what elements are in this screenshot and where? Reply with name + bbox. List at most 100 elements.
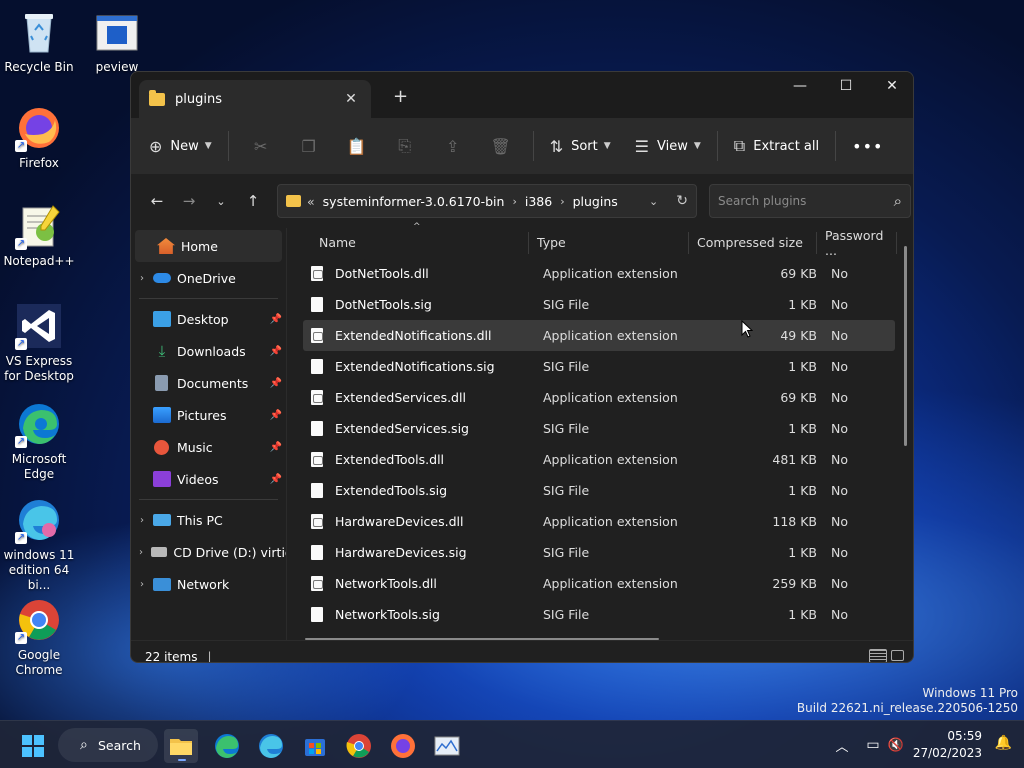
up-arrow-icon[interactable]: ↑ <box>237 192 269 210</box>
nav-item-onedrive[interactable]: › OneDrive <box>131 262 286 294</box>
maximize-button[interactable]: ☐ <box>823 72 869 102</box>
minimize-button[interactable]: — <box>777 72 823 102</box>
file-row[interactable]: NetworkTools.dll Application extension 259… <box>303 568 895 599</box>
taskbar-edge-beta[interactable] <box>254 729 288 763</box>
rename-icon[interactable]: ⎘ <box>381 136 429 156</box>
file-row-hovered[interactable]: ExtendedNotifications.dll Application ext… <box>303 320 895 351</box>
start-button[interactable] <box>16 729 50 763</box>
network-status-icon[interactable]: ▭ <box>860 737 886 753</box>
desktop-icon-vs-express[interactable]: ↗ VS Express for Desktop <box>0 302 78 384</box>
pin-icon[interactable]: 📌 <box>270 314 282 325</box>
search-icon[interactable]: ⌕ <box>894 192 902 210</box>
nav-item-home[interactable]: Home <box>135 230 282 262</box>
column-header-compressed-size[interactable]: Compressed size <box>689 228 817 257</box>
file-row[interactable]: HardwareDevices.dll Application extension… <box>303 506 895 537</box>
desktop-icon-firefox[interactable]: ↗ Firefox <box>0 104 78 171</box>
taskbar-peview[interactable] <box>430 729 464 763</box>
copy-icon[interactable]: ❐ <box>285 137 333 156</box>
address-dropdown-icon[interactable]: ⌄ <box>649 195 658 208</box>
extract-all-button[interactable]: ⧉ Extract all <box>726 129 827 163</box>
nav-item-music[interactable]: Music 📌 <box>131 431 286 463</box>
file-row[interactable]: HardwareDevices.sig SIG File 1 KB No <box>303 537 895 568</box>
nav-item-network[interactable]: › Network <box>131 568 286 600</box>
desktop-icon-windows-edition[interactable]: ↗ windows 11 edition 64 bi... <box>0 496 78 593</box>
taskbar-chrome[interactable] <box>342 729 376 763</box>
tab-plugins[interactable]: plugins ✕ <box>139 80 371 118</box>
desktop-icon-chrome[interactable]: ↗ Google Chrome <box>0 596 78 678</box>
volume-muted-icon[interactable]: 🔇 <box>886 738 906 753</box>
pin-icon[interactable]: 📌 <box>270 346 282 357</box>
file-row[interactable]: NetworkTools.sig SIG File 1 KB No <box>303 599 895 630</box>
nav-item-this-pc[interactable]: › This PC <box>131 504 286 536</box>
pictures-icon <box>153 407 171 423</box>
close-window-button[interactable]: ✕ <box>869 72 913 102</box>
toolbar-divider <box>532 131 534 161</box>
chevron-right-icon[interactable]: › <box>131 273 153 284</box>
view-button[interactable]: ☰ View ▼ <box>627 129 709 163</box>
column-header-type[interactable]: Type <box>529 228 689 257</box>
taskbar-search-button[interactable]: ⌕ Search <box>58 728 158 762</box>
breadcrumb-i386[interactable]: i386 <box>525 194 552 209</box>
nav-item-cd-drive[interactable]: › CD Drive (D:) virtio- <box>131 536 286 568</box>
notification-bell-icon[interactable]: 🔔 <box>995 735 1012 751</box>
column-header-password[interactable]: Password ... <box>817 228 897 258</box>
overflow-crumbs-icon[interactable]: « <box>307 194 315 209</box>
more-options-button[interactable]: ••• <box>844 129 891 163</box>
file-row[interactable]: ExtendedTools.dll Application extension 48… <box>303 444 895 475</box>
status-bar: 22 items | <box>131 640 913 663</box>
chevron-right-icon[interactable]: › <box>131 515 153 526</box>
search-box[interactable]: ⌕ <box>709 184 911 218</box>
desktop-icon-label: Microsoft Edge <box>11 452 67 481</box>
taskbar-firefox[interactable] <box>386 729 420 763</box>
desktop-icon-notepadpp[interactable]: ↗ Notepad++ <box>0 202 78 269</box>
chevron-right-icon[interactable]: › <box>131 547 151 558</box>
tiles-view-icon[interactable] <box>891 650 904 661</box>
nav-item-desktop[interactable]: Desktop 📌 <box>131 303 286 335</box>
cut-icon[interactable]: ✂ <box>237 137 285 156</box>
refresh-icon[interactable]: ↻ <box>676 193 688 209</box>
pin-icon[interactable]: 📌 <box>270 442 282 453</box>
file-row[interactable]: ExtendedTools.sig SIG File 1 KB No <box>303 475 895 506</box>
nav-item-videos[interactable]: Videos 📌 <box>131 463 286 495</box>
breadcrumb-systeminformer[interactable]: systeminformer-3.0.6170-bin <box>323 194 505 209</box>
new-button[interactable]: ⊕ New ▼ <box>141 129 220 163</box>
sort-button[interactable]: ⇅ Sort ▼ <box>542 129 619 163</box>
desktop-icon-peview[interactable]: peview <box>78 8 156 75</box>
taskbar-clock[interactable]: 05:59 27/02/2023 <box>913 728 982 762</box>
taskbar-edge[interactable] <box>210 729 244 763</box>
new-tab-button[interactable]: + <box>393 86 408 107</box>
file-row[interactable]: ExtendedNotifications.sig SIG File 1 KB No <box>303 351 895 382</box>
nav-item-downloads[interactable]: ⤓ Downloads 📌 <box>131 335 286 367</box>
chevron-right-icon[interactable]: › <box>131 579 153 590</box>
vertical-scrollbar[interactable] <box>904 246 907 446</box>
nav-item-documents[interactable]: Documents 📌 <box>131 367 286 399</box>
file-row[interactable]: DotNetTools.sig SIG File 1 KB No <box>303 289 895 320</box>
pin-icon[interactable]: 📌 <box>270 410 282 421</box>
nav-item-pictures[interactable]: Pictures 📌 <box>131 399 286 431</box>
file-row[interactable]: ExtendedServices.sig SIG File 1 KB No <box>303 413 895 444</box>
status-separator: | <box>207 649 212 663</box>
column-header-name[interactable]: Name ^ <box>287 222 529 257</box>
desktop-icon-recycle-bin[interactable]: Recycle Bin <box>0 8 78 75</box>
forward-arrow-icon[interactable]: → <box>173 192 205 210</box>
file-row[interactable]: ExtendedServices.dll Application extensio… <box>303 382 895 413</box>
address-bar[interactable]: « systeminformer-3.0.6170-bin › i386 › p… <box>277 184 697 218</box>
breadcrumb-plugins[interactable]: plugins <box>573 194 618 209</box>
taskbar-file-explorer[interactable] <box>164 729 198 763</box>
chevron-up-icon[interactable]: ︿ <box>832 736 852 755</box>
pin-icon[interactable]: 📌 <box>270 474 282 485</box>
recent-locations-chevron-icon[interactable]: ⌄ <box>205 195 237 208</box>
search-input[interactable] <box>718 194 894 208</box>
toolbar-divider <box>227 131 229 161</box>
close-tab-icon[interactable]: ✕ <box>341 91 361 107</box>
share-icon[interactable]: ⇪ <box>429 137 477 156</box>
taskbar-store[interactable] <box>298 729 332 763</box>
paste-icon[interactable]: 📋 <box>333 137 381 156</box>
file-row[interactable]: DotNetTools.dll Application extension 69 K… <box>303 258 895 289</box>
pin-icon[interactable]: 📌 <box>270 378 282 389</box>
details-view-icon[interactable] <box>869 649 887 662</box>
back-arrow-icon[interactable]: ← <box>141 192 173 210</box>
desktop-icon-edge[interactable]: ↗ Microsoft Edge <box>0 400 78 482</box>
delete-icon[interactable]: 🗑 <box>477 137 525 156</box>
sort-label: Sort <box>571 138 598 154</box>
